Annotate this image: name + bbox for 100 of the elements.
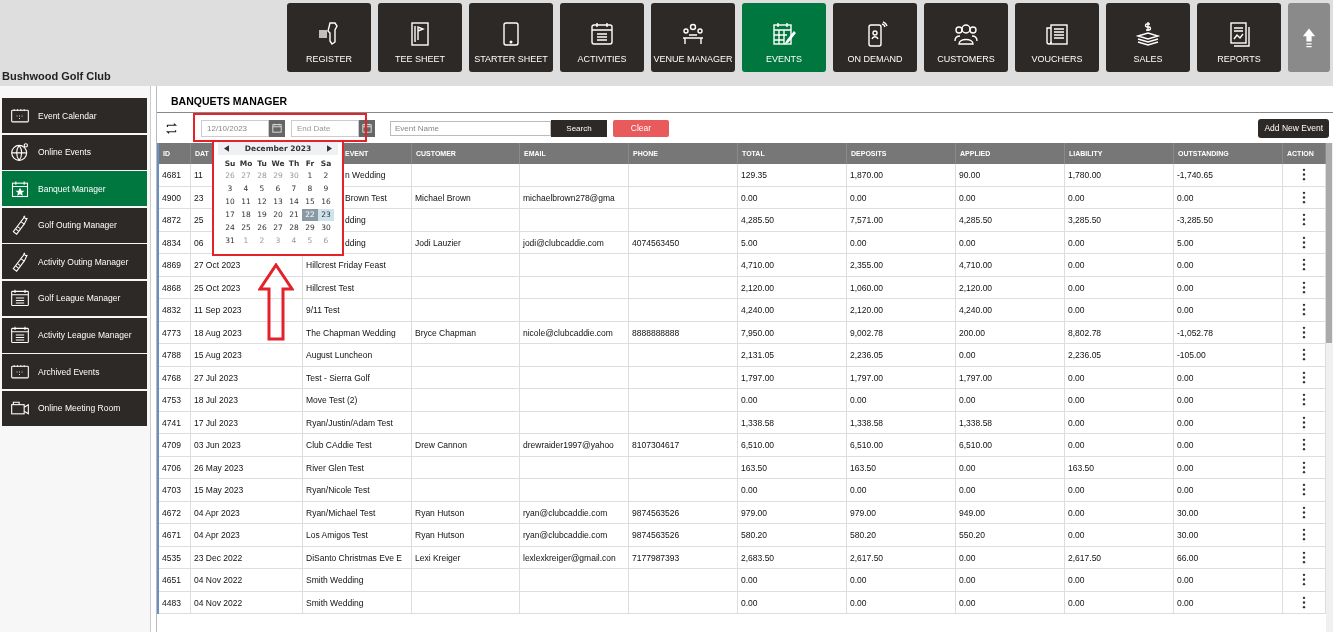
more-icon[interactable] — [1302, 393, 1306, 407]
outstanding-cell: 0.00 — [1174, 456, 1283, 479]
outstanding-cell: 30.00 — [1174, 501, 1283, 524]
more-icon[interactable] — [1302, 168, 1306, 182]
id-cell: 4768 — [159, 366, 191, 389]
outstanding-cell: -1,052.78 — [1174, 321, 1283, 344]
id-cell: 4671 — [159, 524, 191, 547]
liability-cell: 0.00 — [1065, 501, 1174, 524]
date-cell: 04 Apr 2023 — [191, 524, 303, 547]
sidebar-item[interactable]: Archived Events — [2, 354, 147, 390]
phone-cell: 8888888888 — [629, 321, 738, 344]
applied-cell: 2,120.00 — [956, 276, 1065, 299]
email-cell: michaelbrown278@gma — [520, 186, 629, 209]
total-cell: 7,950.00 — [738, 321, 847, 344]
deposits-cell: 7,571.00 — [847, 209, 956, 232]
sidebar-item[interactable]: Online Meeting Room — [2, 390, 147, 426]
customer-cell: Ryan Hutson — [412, 524, 520, 547]
more-icon[interactable] — [1302, 235, 1306, 249]
more-icon[interactable] — [1302, 460, 1306, 474]
deposits-cell: 0.00 — [847, 231, 956, 254]
id-cell: 4672 — [159, 501, 191, 524]
date-cell: 04 Nov 2022 — [191, 569, 303, 592]
scrollbar[interactable] — [1326, 143, 1333, 632]
calendar-icon — [362, 123, 372, 133]
id-cell: 4535 — [159, 546, 191, 569]
more-icon[interactable] — [1302, 190, 1306, 204]
sidebar-item[interactable]: Online Events — [2, 134, 147, 170]
nav-button[interactable]: ACTIVITIES — [560, 3, 644, 72]
nav-button[interactable]: VENUE MANAGER — [651, 3, 735, 72]
email-cell: ryan@clubcaddie.com — [520, 524, 629, 547]
more-icon[interactable] — [1302, 303, 1306, 317]
more-icon[interactable] — [1302, 595, 1306, 609]
sidebar-item[interactable]: Activity Outing Manager — [2, 244, 147, 280]
more-icon[interactable] — [1302, 573, 1306, 587]
customer-cell: Lexi Kreiger — [412, 546, 520, 569]
deposits-cell: 2,120.00 — [847, 299, 956, 322]
event-cell: DiSanto Christmas Eve E — [303, 546, 412, 569]
more-icon[interactable] — [1302, 325, 1306, 339]
sidebar-item[interactable]: Event Calendar — [2, 98, 147, 133]
id-cell: 4834 — [159, 231, 191, 254]
end-date-field[interactable]: End Date — [291, 119, 359, 137]
deposits-cell: 580.20 — [847, 524, 956, 547]
date-cell: 11 Sep 2023 — [191, 299, 303, 322]
liability-cell: 3,285.50 — [1065, 209, 1174, 232]
nav-button[interactable]: VOUCHERS — [1015, 3, 1099, 72]
id-cell: 4706 — [159, 456, 191, 479]
date-cell: 04 Nov 2022 — [191, 591, 303, 614]
total-cell: 2,683.50 — [738, 546, 847, 569]
applied-cell: 6,510.00 — [956, 434, 1065, 457]
more-icon[interactable] — [1302, 213, 1306, 227]
id-cell: 4900 — [159, 186, 191, 209]
deposits-cell: 2,355.00 — [847, 254, 956, 277]
more-icon[interactable] — [1302, 505, 1306, 519]
deposits-cell: 1,060.00 — [847, 276, 956, 299]
nav-button[interactable]: EVENTS — [742, 3, 826, 72]
event-name-field[interactable]: Event Name — [390, 120, 551, 136]
sidebar-item[interactable]: Golf Outing Manager — [2, 207, 147, 243]
sidebar-item[interactable]: Golf League Manager — [2, 280, 147, 316]
date-cell: 27 Jul 2023 — [191, 366, 303, 389]
total-cell: 0.00 — [738, 186, 847, 209]
id-cell: 4868 — [159, 276, 191, 299]
previous-icon[interactable] — [224, 145, 229, 152]
refresh-icon[interactable] — [165, 121, 178, 135]
liability-cell: 2,617.50 — [1065, 546, 1174, 569]
nav-button[interactable]: CUSTOMERS — [924, 3, 1008, 72]
date-cell: 23 Dec 2022 — [191, 546, 303, 569]
date-cell: 04 Apr 2023 — [191, 501, 303, 524]
nav-button[interactable]: REGISTER — [287, 3, 371, 72]
more-icon[interactable] — [1302, 258, 1306, 272]
next-icon[interactable] — [327, 145, 332, 152]
more-icon[interactable] — [1302, 415, 1306, 429]
more-icon[interactable] — [1302, 280, 1306, 294]
golf-bag-icon — [10, 251, 30, 272]
start-date-field[interactable]: 12/10/2023 — [201, 119, 269, 137]
outstanding-cell: 0.00 — [1174, 299, 1283, 322]
deposits-cell: 0.00 — [847, 591, 956, 614]
event-cell: Ryan/Justin/Adam Test — [303, 411, 412, 434]
more-icon[interactable] — [1302, 370, 1306, 384]
total-cell: 4,710.00 — [738, 254, 847, 277]
search-button[interactable]: Search — [551, 119, 607, 137]
nav-button[interactable]: SALES — [1106, 3, 1190, 72]
sidebar-item[interactable]: Activity League Manager — [2, 317, 147, 353]
liability-cell: 1,780.00 — [1065, 164, 1174, 187]
more-icon[interactable] — [1302, 438, 1306, 452]
scroll-up-button[interactable] — [1288, 3, 1330, 72]
total-cell: 1,797.00 — [738, 366, 847, 389]
event-cell: 9/11 Test — [303, 299, 412, 322]
nav-button[interactable]: ON DEMAND — [833, 3, 917, 72]
applied-cell: 0.00 — [956, 344, 1065, 367]
add-event-button[interactable]: Add New Event — [1258, 118, 1329, 138]
more-icon[interactable] — [1302, 483, 1306, 497]
sidebar-item[interactable]: Banquet Manager — [2, 171, 147, 207]
more-icon[interactable] — [1302, 528, 1306, 542]
more-icon[interactable] — [1302, 348, 1306, 362]
nav-button[interactable]: STARTER SHEET — [469, 3, 553, 72]
more-icon[interactable] — [1302, 550, 1306, 564]
nav-button[interactable]: REPORTS — [1197, 3, 1281, 72]
nav-button[interactable]: TEE SHEET — [378, 3, 462, 72]
calendar-button[interactable] — [269, 119, 285, 137]
outstanding-cell: 0.00 — [1174, 411, 1283, 434]
